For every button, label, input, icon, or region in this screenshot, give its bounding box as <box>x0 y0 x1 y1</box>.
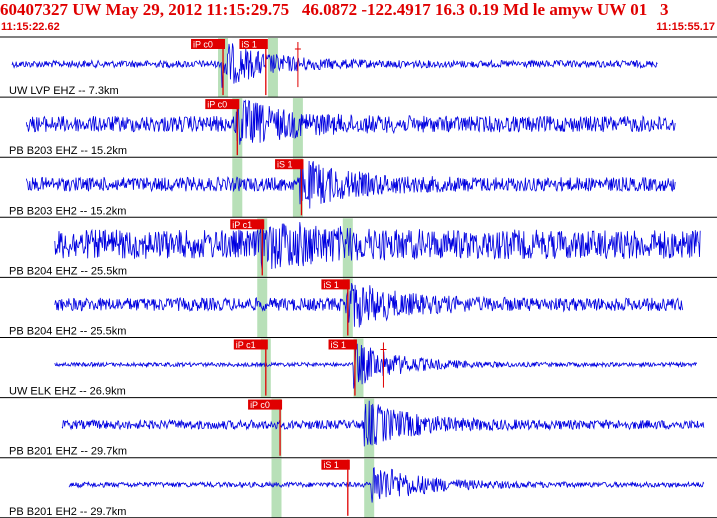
phase-pick-label: iS 1 <box>323 460 339 470</box>
channel-label: PB B203 EHZ -- 15.2km <box>9 145 127 157</box>
theoretical-arrival-band <box>232 158 243 218</box>
channel-label: PB B201 EH2 -- 29.7km <box>9 506 126 518</box>
channel-label: UW ELK EHZ -- 26.9km <box>9 386 126 398</box>
phase-pick-label: iS 1 <box>323 280 339 290</box>
waveform-trace[interactable] <box>11 43 658 88</box>
channel-label: PB B204 EH2 -- 25.5km <box>9 326 126 338</box>
phase-pick-label: iP c0 <box>193 40 213 50</box>
phase-pick-label: iP c1 <box>232 220 252 230</box>
phase-pick-label: iS 1 <box>277 160 293 170</box>
phase-pick-label: iP c1 <box>236 340 256 350</box>
seismogram-panel[interactable]: iP c0 iS 1 UW LVP EHZ -- 7.3km iP c0 PB B203… <box>0 0 717 518</box>
waveform-trace[interactable] <box>68 467 705 503</box>
channel-label: UW LVP EHZ -- 7.3km <box>9 85 119 97</box>
waveform-trace[interactable] <box>61 400 705 447</box>
channel-label: PB B201 EHZ -- 29.7km <box>9 446 127 458</box>
waveform-trace[interactable] <box>54 222 701 270</box>
waveform-trace[interactable] <box>54 282 684 328</box>
waveform-trace[interactable] <box>25 99 676 145</box>
phase-pick-label: iS 1 <box>331 340 347 350</box>
phase-pick-label: iP c0 <box>250 400 270 410</box>
channel-label: PB B204 EHZ -- 25.5km <box>9 265 127 277</box>
phase-pick-label: iP c0 <box>207 100 227 110</box>
theoretical-arrival-band <box>342 218 353 278</box>
phase-pick-label: iS 1 <box>241 40 257 50</box>
theoretical-arrival-band <box>271 458 282 518</box>
waveform-trace[interactable] <box>54 343 698 389</box>
waveform-trace[interactable] <box>25 160 676 209</box>
channel-label: PB B203 EH2 -- 15.2km <box>9 205 126 217</box>
